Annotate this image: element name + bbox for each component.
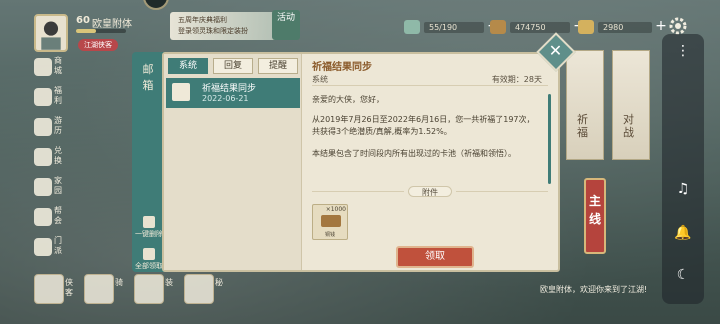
currency-ingot: 2980 + (578, 19, 667, 36)
close-icon: ✕ (548, 41, 563, 61)
attachment-name: 铜钱 (324, 232, 335, 238)
menu-label: 门派 (54, 236, 62, 255)
menu-item-welfare[interactable]: 福利 (30, 86, 72, 110)
tab-reply[interactable]: 回复 (213, 58, 253, 74)
menu-item-home[interactable]: 家园 (30, 176, 72, 200)
menu-item-sect[interactable]: 门派 (30, 236, 72, 260)
ingot-value: 2980 (598, 22, 652, 33)
home-icon (34, 178, 52, 196)
mail-paragraph-1: 从2019年7月26日至2022年6月16日，您一共祈福了197次，共获得3个绝… (312, 115, 535, 136)
more-icon[interactable]: ⋮ (670, 38, 696, 64)
mail-detail-title: 祈福结果同步 (312, 62, 372, 73)
divider (312, 191, 404, 192)
menu-item-travel[interactable]: 游历 (30, 116, 72, 140)
menu-item-exchange[interactable]: 兑换 (30, 146, 72, 170)
bottom-item-equip[interactable]: 装 (134, 274, 173, 304)
tab-reminder[interactable]: 提醒 (258, 58, 298, 74)
sect-badge: 江湖侠客 (78, 39, 118, 51)
delete-all-button[interactable]: 一键删除 (134, 216, 164, 239)
bottom-item-hero[interactable]: 侠客 (34, 274, 73, 304)
bottom-label: 侠客 (65, 278, 73, 297)
ingot-icon (578, 20, 594, 34)
menu-item-guild[interactable]: 帮会 (30, 206, 72, 230)
mail-window: 系统 回复 提醒 祈福结果同步 2022-06-21 祈福结果同步 系统 有效期… (162, 52, 560, 272)
player-level: 60 (76, 15, 90, 26)
claim-all-label: 全部领取 (135, 262, 163, 270)
event-tag-button[interactable]: 活动 (272, 10, 300, 40)
menu-label: 家园 (54, 176, 62, 195)
travel-icon (34, 118, 52, 136)
menu-label: 游历 (54, 116, 62, 135)
tab-system[interactable]: 系统 (168, 58, 208, 74)
bottom-item-mount[interactable]: 骑 (84, 274, 123, 304)
copper-coin-icon (321, 215, 341, 227)
bottom-menu: 侠客 骑 装 秘 (30, 270, 300, 310)
mail-scrollbar[interactable] (548, 94, 551, 184)
coin-icon (490, 20, 506, 34)
event-line-1: 五周年庆典福利 (178, 16, 227, 24)
mail-filter-tabs: 系统 回复 提醒 (168, 58, 298, 74)
mail-side-tab: 邮箱 一键删除 全部领取 (132, 52, 166, 272)
mail-list-pane: 系统 回复 提醒 祈福结果同步 2022-06-21 (164, 54, 302, 270)
right-toolbar: ⋮ ♫ 🔔 ☾ (662, 34, 704, 304)
pray-banner[interactable]: 祈福 (566, 50, 604, 160)
right-banners: 祈福 对战 (566, 50, 656, 170)
compass-icon[interactable] (143, 0, 169, 10)
player-avatar[interactable] (34, 14, 68, 52)
add-ingot-button[interactable]: + (654, 19, 668, 35)
mail-greeting: 亲爱的大侠，您好， (312, 95, 384, 104)
moon-icon[interactable]: ☾ (670, 262, 696, 288)
trash-icon (143, 216, 155, 228)
claim-button[interactable]: 领取 (396, 246, 474, 268)
menu-label: 福利 (54, 86, 62, 105)
claim-all-button[interactable]: 全部领取 (134, 248, 164, 271)
exchange-icon (34, 148, 52, 166)
mail-validity: 有效期：28天 (491, 75, 542, 84)
coin-value: 474750 (510, 22, 570, 33)
event-line-2: 登录领灵珠和限定装扮 (178, 27, 248, 35)
mail-paragraph-2: 本结果包含了时间段内所有出现过的卡池（祈福和领悟）。 (312, 149, 516, 158)
attachments-label: 附件 (408, 186, 452, 197)
bell-icon[interactable]: 🔔 (670, 220, 696, 246)
player-name: 欧皇附体 (92, 19, 132, 30)
shop-icon (34, 58, 52, 76)
menu-label: 商城 (54, 56, 62, 75)
sect-icon (34, 238, 52, 256)
bottom-item-secret[interactable]: 秘 (184, 274, 223, 304)
menu-item-shop[interactable]: 商城 (30, 56, 72, 80)
mail-card-icon (172, 83, 190, 101)
battle-banner-label: 对战 (623, 113, 634, 139)
jade-icon (404, 20, 420, 34)
attachment-qty: ×1000 (325, 206, 346, 213)
pray-banner-label: 祈福 (577, 113, 588, 139)
divider (456, 191, 548, 192)
mail-list-item[interactable]: 祈福结果同步 2022-06-21 (166, 78, 300, 108)
collect-icon (143, 248, 155, 260)
bottom-label: 秘 (215, 278, 223, 287)
top-bar: 60 欧皇附体 江湖侠客 五周年庆典福利 登录领灵珠和限定装扮 活动 55/19… (0, 0, 720, 52)
menu-label: 帮会 (54, 206, 62, 225)
delete-all-label: 一键删除 (135, 230, 163, 238)
mail-date: 2022-06-21 (202, 94, 249, 103)
main-quest-button[interactable]: 主线 (584, 178, 606, 254)
main-quest-label: 主线 (589, 194, 602, 226)
gift-icon (34, 88, 52, 106)
attachment-item[interactable]: ×1000 铜钱 (312, 204, 348, 240)
bottom-label: 装 (165, 278, 173, 287)
mail-tab-title: 邮箱 (142, 63, 154, 92)
exp-bar (76, 29, 126, 33)
chat-message: 欧皇附体，欢迎你来到了江湖! (540, 285, 648, 294)
mail-subject: 祈福结果同步 (202, 84, 257, 94)
battle-banner[interactable]: 对战 (612, 50, 650, 160)
mail-sender: 系统 (312, 75, 328, 84)
music-icon[interactable]: ♫ (670, 176, 696, 202)
divider (312, 85, 548, 86)
guild-icon (34, 208, 52, 226)
mail-detail-pane: 祈福结果同步 系统 有效期：28天 亲爱的大侠，您好， 从2019年7月26日至… (304, 54, 558, 270)
jade-value: 55/190 (424, 22, 484, 33)
menu-label: 兑换 (54, 146, 62, 165)
bottom-label: 骑 (115, 278, 123, 287)
gear-icon[interactable] (668, 16, 688, 36)
